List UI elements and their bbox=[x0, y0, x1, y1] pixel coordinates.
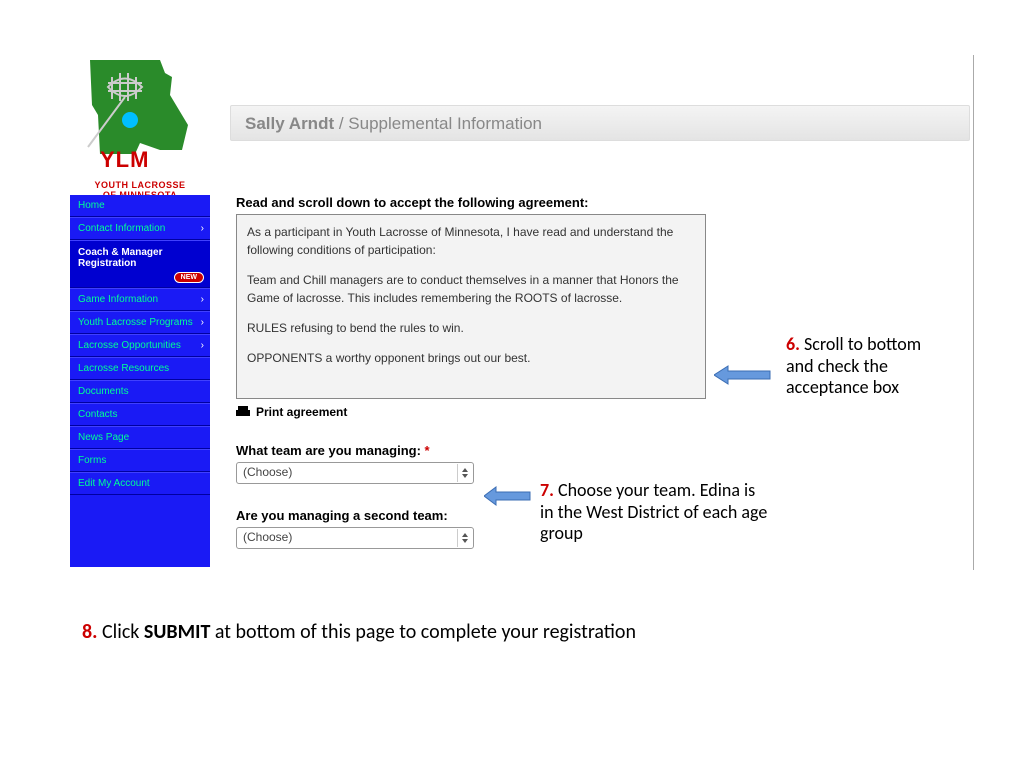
nav-game-information[interactable]: Game Information › bbox=[70, 288, 210, 311]
nav-news-page[interactable]: News Page bbox=[70, 426, 210, 449]
nav-documents[interactable]: Documents bbox=[70, 380, 210, 403]
nav-label: Youth Lacrosse Programs bbox=[78, 317, 193, 328]
nav-label: Forms bbox=[78, 455, 106, 466]
annotation-6-text: Scroll to bottom and check the acceptanc… bbox=[786, 333, 921, 398]
breadcrumb-user: Sally Arndt bbox=[245, 114, 334, 133]
printer-icon bbox=[236, 406, 250, 418]
second-team-select-value: (Choose) bbox=[243, 530, 292, 544]
nav-contact-information[interactable]: Contact Information › bbox=[70, 217, 210, 240]
nav-coach-manager-registration[interactable]: Coach & Manager Registration NEW bbox=[70, 240, 210, 288]
logo-block: YLM YOUTH LACROSSE OF MINNESOTA bbox=[70, 55, 210, 200]
nav-label: Lacrosse Opportunities bbox=[78, 340, 181, 351]
required-icon: * bbox=[425, 443, 430, 458]
annotation-8-post: at bottom of this page to complete your … bbox=[210, 620, 636, 644]
select-arrows-icon bbox=[457, 529, 471, 547]
breadcrumb-header: Sally Arndt / Supplemental Information bbox=[230, 105, 970, 141]
team-select-value: (Choose) bbox=[243, 465, 292, 479]
logo-org-line1: YOUTH LACROSSE bbox=[70, 180, 210, 190]
sidebar-nav: Home Contact Information › Coach & Manage… bbox=[70, 195, 210, 567]
agreement-para-1: As a participant in Youth Lacrosse of Mi… bbox=[247, 223, 695, 259]
agreement-textbox[interactable]: As a participant in Youth Lacrosse of Mi… bbox=[236, 214, 706, 399]
annotation-7-num: 7. bbox=[540, 479, 554, 501]
field-team-label-text: What team are you managing: bbox=[236, 443, 425, 458]
print-label: Print agreement bbox=[256, 405, 347, 419]
field-team-label: What team are you managing: * bbox=[236, 443, 776, 458]
nav-label: Home bbox=[78, 200, 105, 211]
field-team: What team are you managing: * (Choose) bbox=[236, 443, 776, 484]
nav-forms[interactable]: Forms bbox=[70, 449, 210, 472]
nav-youth-lacrosse-programs[interactable]: Youth Lacrosse Programs › bbox=[70, 311, 210, 334]
chevron-right-icon: › bbox=[201, 294, 204, 305]
nav-label: Game Information bbox=[78, 294, 158, 305]
nav-label: Documents bbox=[78, 386, 129, 397]
select-arrows-icon bbox=[457, 464, 471, 482]
annotation-8-bold: SUBMIT bbox=[144, 620, 210, 644]
breadcrumb-section: Supplemental Information bbox=[348, 114, 542, 133]
agreement-para-3: RULES refusing to bend the rules to win. bbox=[247, 319, 695, 337]
annotation-6-num: 6. bbox=[786, 333, 800, 355]
nav-lacrosse-resources[interactable]: Lacrosse Resources bbox=[70, 357, 210, 380]
nav-lacrosse-opportunities[interactable]: Lacrosse Opportunities › bbox=[70, 334, 210, 357]
annotation-arrow-7 bbox=[484, 484, 534, 508]
nav-edit-my-account[interactable]: Edit My Account bbox=[70, 472, 210, 495]
annotation-arrow-6 bbox=[714, 362, 774, 388]
nav-label: Edit My Account bbox=[78, 478, 150, 489]
nav-label: Coach & Manager Registration bbox=[78, 247, 162, 269]
nav-home[interactable]: Home bbox=[70, 195, 210, 217]
breadcrumb-sep: / bbox=[334, 114, 348, 133]
annotation-8: 8. Click SUBMIT at bottom of this page t… bbox=[82, 620, 882, 644]
nav-contacts[interactable]: Contacts bbox=[70, 403, 210, 426]
annotation-8-pre: Click bbox=[97, 620, 143, 644]
agreement-para-2: Team and Chill managers are to conduct t… bbox=[247, 271, 695, 307]
nav-label: Lacrosse Resources bbox=[78, 363, 169, 374]
team-select[interactable]: (Choose) bbox=[236, 462, 474, 484]
chevron-right-icon: › bbox=[201, 317, 204, 328]
new-badge: NEW bbox=[174, 272, 204, 283]
ylm-logo-graphic: YLM bbox=[70, 55, 200, 175]
nav-label: Contact Information bbox=[78, 223, 165, 234]
agreement-heading: Read and scroll down to accept the follo… bbox=[236, 195, 776, 210]
nav-label: News Page bbox=[78, 432, 129, 443]
nav-label: Contacts bbox=[78, 409, 117, 420]
right-divider bbox=[973, 55, 974, 570]
chevron-right-icon: › bbox=[201, 340, 204, 351]
annotation-7-text: Choose your team. Edina is in the West D… bbox=[540, 479, 767, 544]
print-agreement-link[interactable]: Print agreement bbox=[236, 405, 776, 419]
chevron-right-icon: › bbox=[201, 223, 204, 234]
annotation-6: 6. Scroll to bottom and check the accept… bbox=[786, 334, 946, 399]
annotation-7: 7. Choose your team. Edina is in the Wes… bbox=[540, 480, 770, 545]
logo-abbrev: YLM bbox=[100, 147, 149, 172]
agreement-para-4: OPPONENTS a worthy opponent brings out o… bbox=[247, 349, 695, 367]
second-team-select[interactable]: (Choose) bbox=[236, 527, 474, 549]
annotation-8-num: 8. bbox=[82, 620, 97, 644]
